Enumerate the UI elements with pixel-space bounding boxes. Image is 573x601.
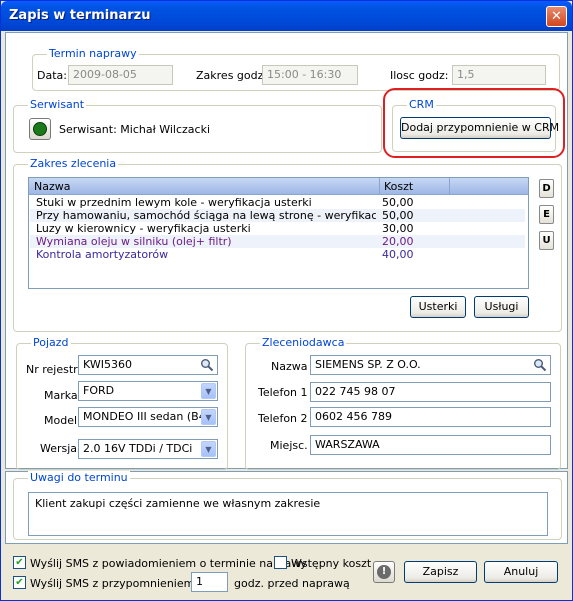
cell-koszt: 50,00 bbox=[382, 209, 414, 222]
uwagi-legend: Uwagi do terminu bbox=[28, 471, 130, 484]
grid-header: Nazwa Koszt bbox=[29, 178, 528, 195]
sms-reminder-suffix: godz. przed naprawą bbox=[234, 577, 350, 590]
close-icon[interactable]: ✕ bbox=[546, 6, 567, 27]
marka-label: Marka bbox=[44, 389, 78, 402]
serwisant-name: Serwisant: Michał Wilczacki bbox=[59, 123, 210, 136]
marka-select[interactable]: FORD ▼ bbox=[78, 381, 218, 401]
edit-row-button[interactable]: E bbox=[539, 205, 554, 224]
telefon1-label: Telefon 1 bbox=[258, 386, 308, 399]
search-icon[interactable] bbox=[533, 358, 547, 372]
wersja-value: 2.0 16V TDDi / TDCi bbox=[83, 442, 193, 455]
sms-hours-input[interactable]: 1 bbox=[191, 572, 228, 592]
chevron-down-icon[interactable]: ▼ bbox=[201, 441, 216, 457]
add-crm-reminder-button[interactable]: Dodaj przypomnienie w CRM bbox=[400, 117, 559, 139]
uslugi-button[interactable]: Usługi bbox=[474, 296, 529, 318]
model-select[interactable]: MONDEO III sedan (B4Y) ▼ bbox=[78, 407, 218, 427]
sms-notify-label: Wyślij SMS z powiadomieniem o terminie n… bbox=[30, 557, 307, 570]
table-row[interactable]: Przy hamowaniu, samochód ściąga na lewą … bbox=[30, 209, 525, 222]
table-row[interactable]: Wymiana oleju w silniku (olej+ filtr) 20,… bbox=[30, 235, 525, 248]
col-header-koszt[interactable]: Koszt bbox=[384, 180, 413, 193]
nazwa-label: Nazwa bbox=[271, 360, 308, 373]
save-button[interactable]: Zapisz bbox=[404, 561, 477, 583]
miejsc-label: Miejsc. bbox=[270, 439, 308, 452]
nr-label: Nr rejestr bbox=[26, 363, 78, 376]
dialog-window: Zapis w terminarzu ✕ Termin naprawy Data… bbox=[0, 0, 573, 601]
telefon2-field[interactable]: 0602 456 789 bbox=[310, 407, 551, 427]
delete-row-button[interactable]: D bbox=[539, 179, 554, 198]
cell-koszt: 50,00 bbox=[382, 196, 414, 209]
zleceniodawca-legend: Zleceniodawca bbox=[260, 336, 347, 349]
sms-reminder-checkbox[interactable]: ✔ bbox=[13, 576, 26, 589]
title-bar[interactable]: Zapis w terminarzu ✕ bbox=[1, 1, 572, 31]
cell-koszt: 20,00 bbox=[382, 235, 414, 248]
table-row[interactable]: Luzy w kierownicy - weryfikacja usterki 3… bbox=[30, 222, 525, 235]
nr-rejestr-value: KWI5360 bbox=[83, 358, 132, 371]
uwagi-panel: Uwagi do terminu Klient zakupi części za… bbox=[5, 471, 568, 544]
wersja-select[interactable]: 2.0 16V TDDi / TDCi ▼ bbox=[78, 439, 218, 459]
wersja-label: Wersja bbox=[40, 442, 78, 455]
col-divider bbox=[449, 178, 450, 195]
nr-rejestr-field[interactable]: KWI5360 bbox=[78, 355, 218, 375]
ilosc-field[interactable]: 1,5 bbox=[452, 65, 546, 85]
model-label: Model bbox=[44, 414, 78, 427]
cell-koszt: 30,00 bbox=[382, 222, 414, 235]
sms-reminder-label: Wyślij SMS z przypomnieniem na bbox=[30, 577, 212, 590]
serwisant-status-button[interactable] bbox=[29, 118, 51, 140]
godz-label: Zakres godz: bbox=[196, 69, 268, 82]
cell-nazwa: Przy hamowaniu, samochód ściąga na lewą … bbox=[36, 209, 376, 222]
update-row-button[interactable]: U bbox=[539, 231, 554, 250]
telefon2-label: Telefon 2 bbox=[258, 412, 308, 425]
marka-value: FORD bbox=[83, 384, 115, 397]
nazwa-field[interactable]: SIEMENS SP. Z O.O. bbox=[310, 355, 551, 375]
godz-field[interactable]: 15:00 - 16:30 bbox=[262, 65, 358, 85]
info-button[interactable]: ! bbox=[373, 561, 395, 583]
uwagi-textarea[interactable]: Klient zakupi części zamienne we własnym… bbox=[28, 492, 548, 536]
cell-nazwa: Stuki w przednim lewym kole - weryfikacj… bbox=[36, 196, 312, 209]
crm-legend: CRM bbox=[407, 98, 436, 111]
sms-notify-checkbox[interactable]: ✔ bbox=[13, 556, 26, 569]
main-panel: Termin naprawy Data: 2009-08-05 Zakres g… bbox=[5, 32, 568, 470]
serwisant-legend: Serwisant bbox=[28, 98, 87, 111]
cell-nazwa: Wymiana oleju w silniku (olej+ filtr) bbox=[36, 235, 232, 248]
wstepny-koszt-label: Wstępny koszt bbox=[291, 557, 372, 570]
ilosc-label: Ilosc godz: bbox=[390, 69, 449, 82]
model-value: MONDEO III sedan (B4Y) bbox=[83, 410, 217, 423]
telefon1-field[interactable]: 022 745 98 07 bbox=[310, 382, 551, 402]
data-field[interactable]: 2009-08-05 bbox=[68, 65, 173, 85]
cancel-button[interactable]: Anuluj bbox=[484, 561, 558, 583]
chevron-down-icon[interactable]: ▼ bbox=[201, 409, 216, 425]
miejsc-field[interactable]: WARSZAWA bbox=[310, 435, 551, 455]
termin-legend: Termin naprawy bbox=[47, 47, 139, 60]
chevron-down-icon[interactable]: ▼ bbox=[201, 383, 216, 399]
search-icon[interactable] bbox=[200, 358, 214, 372]
col-header-nazwa[interactable]: Nazwa bbox=[34, 180, 70, 193]
info-icon: ! bbox=[377, 565, 391, 579]
zakres-legend: Zakres zlecenia bbox=[28, 157, 119, 170]
zakres-grid: Nazwa Koszt Stuki w przednim lewym kole … bbox=[28, 177, 529, 289]
wstepny-koszt-checkbox[interactable] bbox=[274, 556, 287, 569]
cell-nazwa: Luzy w kierownicy - weryfikacja usterki bbox=[36, 222, 251, 235]
table-row[interactable]: Kontrola amortyzatorów 40,00 bbox=[30, 248, 525, 261]
window-title: Zapis w terminarzu bbox=[9, 8, 151, 23]
table-row[interactable]: Stuki w przednim lewym kole - weryfikacj… bbox=[30, 196, 525, 209]
data-label: Data: bbox=[37, 69, 67, 82]
pojazd-legend: Pojazd bbox=[31, 336, 71, 349]
status-indicator-icon bbox=[33, 122, 47, 136]
nazwa-value: SIEMENS SP. Z O.O. bbox=[315, 358, 421, 371]
cell-koszt: 40,00 bbox=[382, 248, 414, 261]
cell-nazwa: Kontrola amortyzatorów bbox=[36, 248, 169, 261]
usterki-button[interactable]: Usterki bbox=[410, 296, 466, 318]
col-divider bbox=[379, 178, 380, 195]
